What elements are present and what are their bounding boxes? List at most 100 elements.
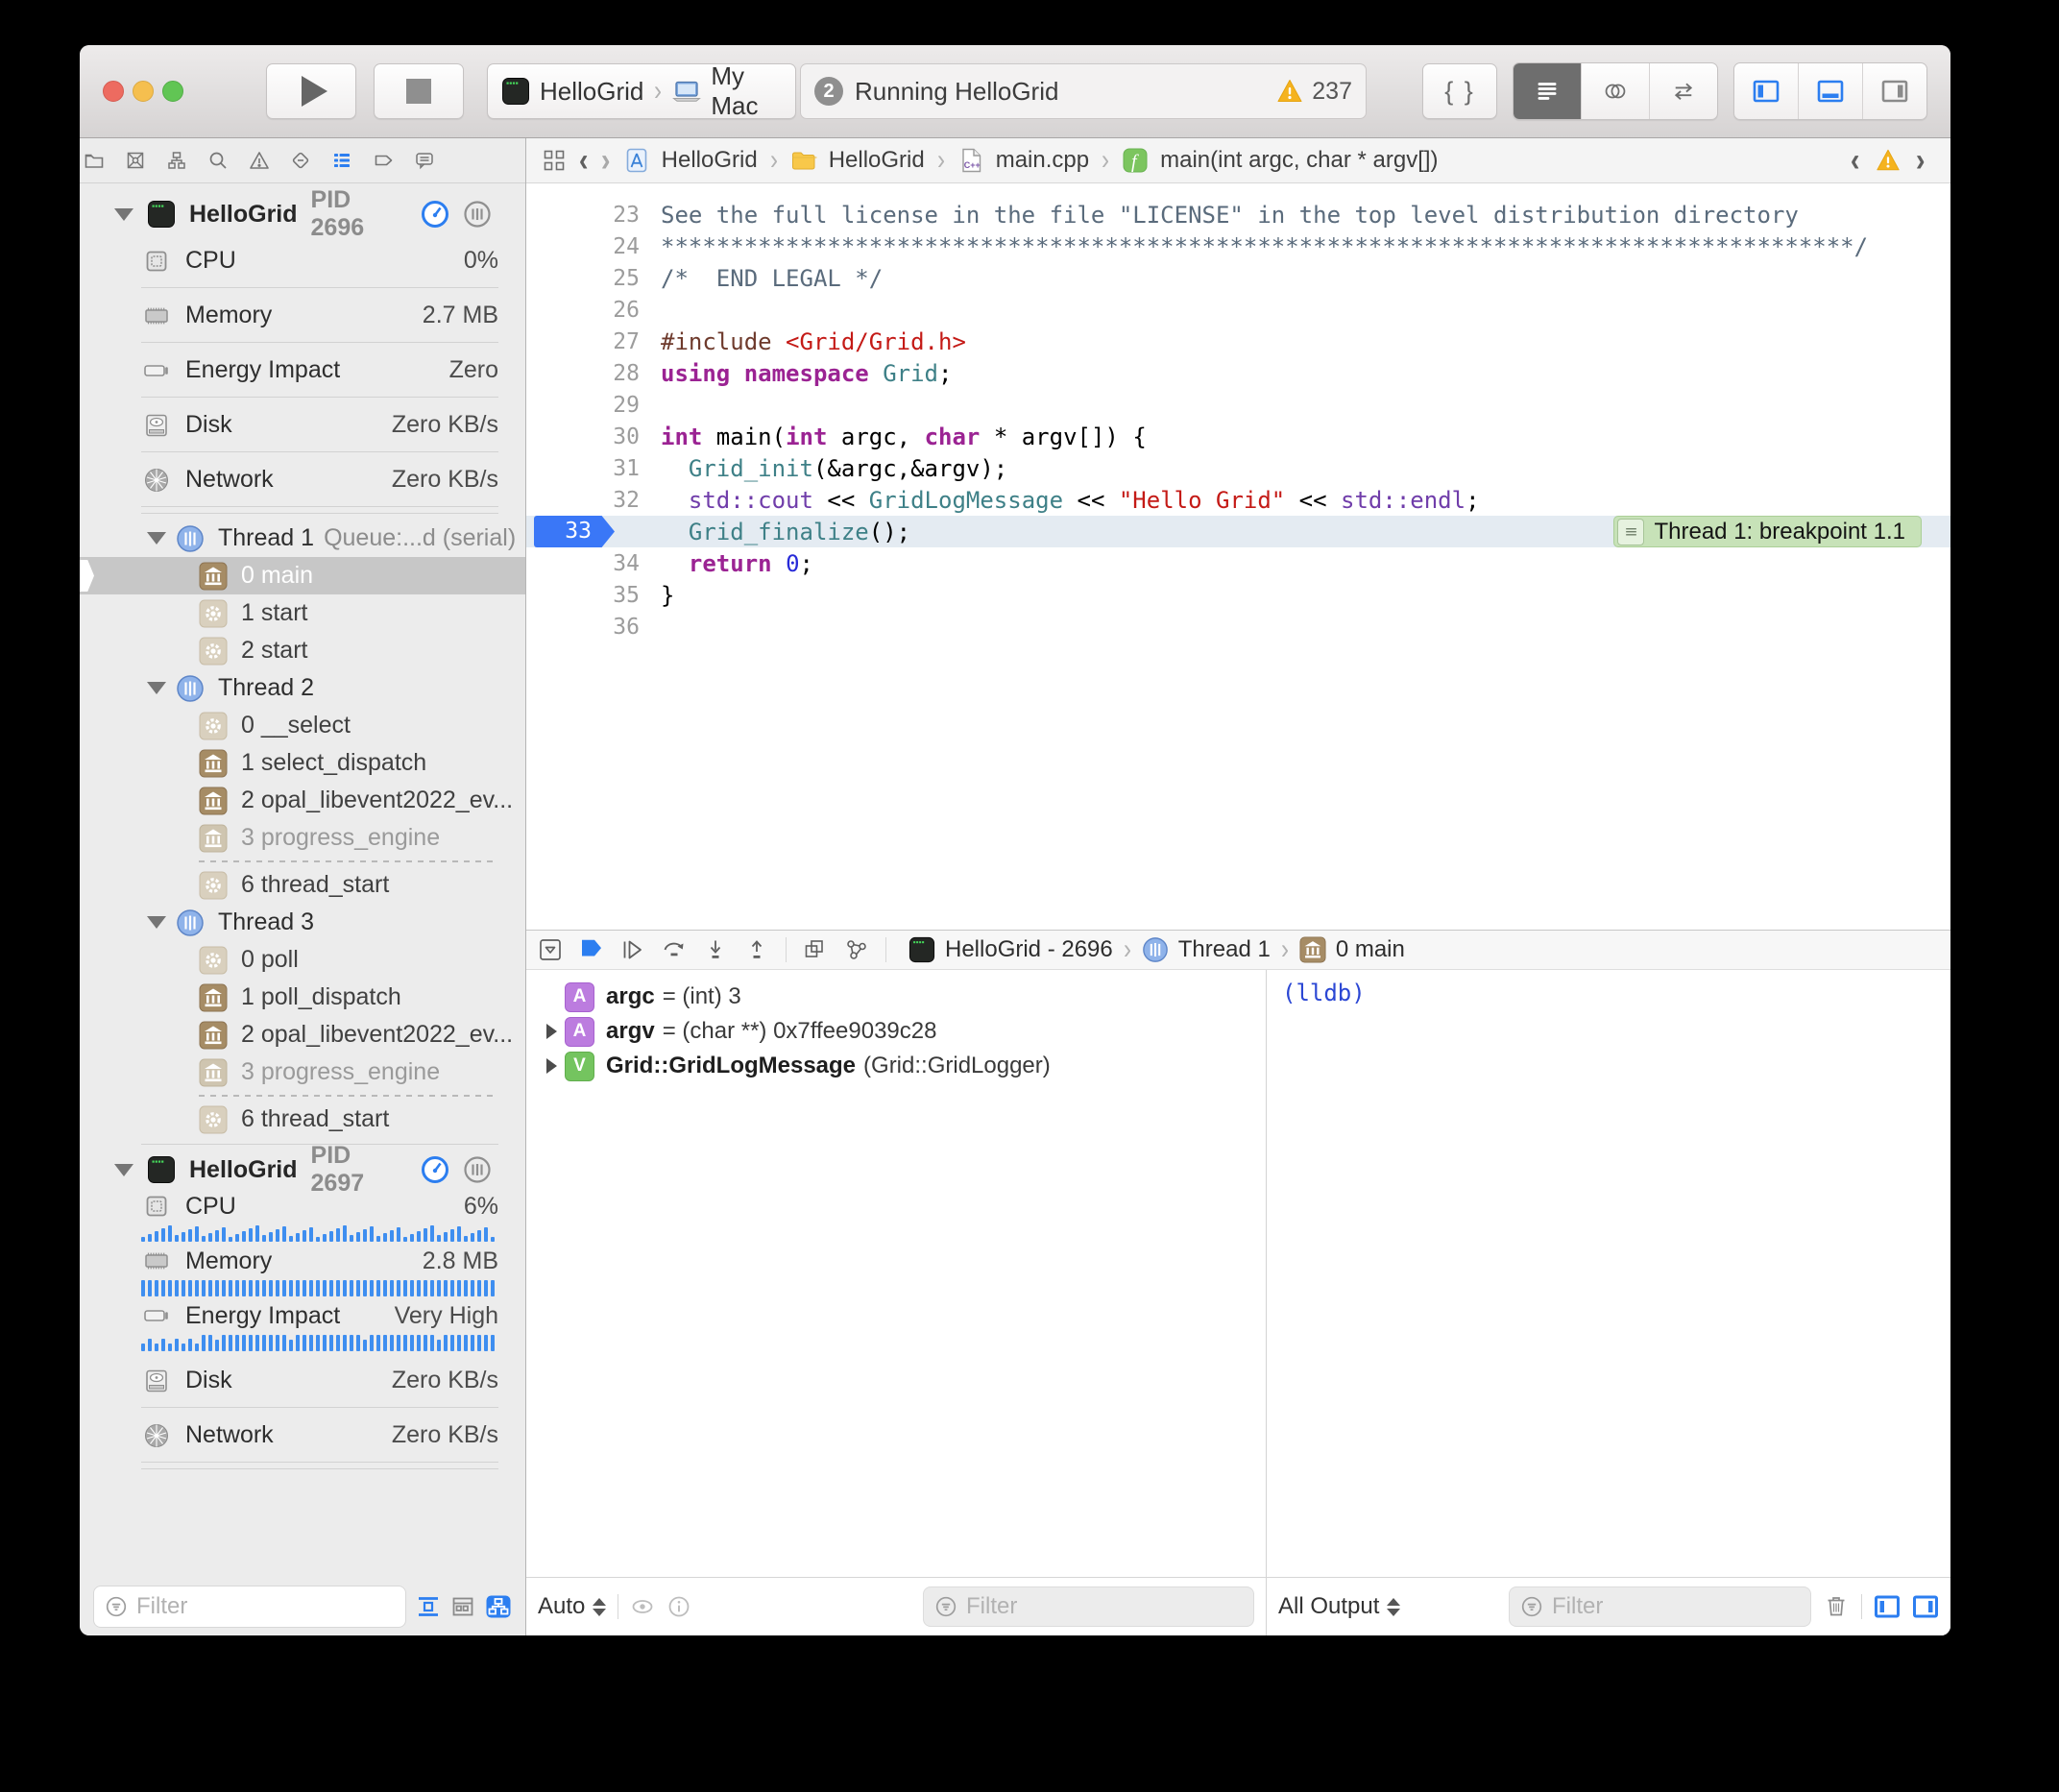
gauge-row-disk[interactable]: DiskZero KB/s — [80, 1353, 525, 1408]
code-line[interactable]: 34 return 0; — [526, 547, 1950, 579]
line-number[interactable]: 34 — [526, 551, 661, 576]
find-navigator-icon[interactable] — [207, 150, 229, 171]
location-process[interactable]: HelloGrid - 2696 — [945, 936, 1113, 963]
code-line[interactable]: 29 — [526, 389, 1950, 421]
location-thread[interactable]: Thread 1 — [1178, 936, 1271, 963]
code-line[interactable]: 26 — [526, 294, 1950, 326]
previous-issue-button[interactable]: ‹ — [1851, 144, 1860, 177]
forward-button[interactable]: › — [601, 144, 611, 177]
code-line[interactable]: 27#include <Grid/Grid.h> — [526, 326, 1950, 357]
breakpoint-navigator-icon[interactable] — [373, 150, 394, 171]
line-number[interactable]: 23 — [526, 203, 661, 228]
breadcrumb-group[interactable]: HelloGrid — [829, 147, 925, 174]
code-line[interactable]: 35} — [526, 579, 1950, 611]
assistant-editor-button[interactable] — [1581, 63, 1649, 119]
stack-frame-row[interactable]: 1 start — [80, 594, 525, 632]
code-line[interactable]: 24**************************************… — [526, 230, 1950, 262]
show-variables-toggle[interactable] — [1874, 1593, 1901, 1620]
gauge-row-energy-impact[interactable]: Energy ImpactVery High — [80, 1298, 525, 1353]
next-issue-button[interactable]: › — [1916, 144, 1926, 177]
line-number-breakpoint[interactable]: 33 — [534, 516, 615, 547]
line-number[interactable]: 28 — [526, 361, 661, 386]
navigator-filter-field[interactable]: Filter — [93, 1586, 406, 1628]
code-line[interactable]: 31 Grid_init(&argc,&argv); — [526, 452, 1950, 484]
toggle-navigator-button[interactable] — [1734, 63, 1798, 119]
warning-icon[interactable] — [1875, 147, 1902, 174]
scheme-selector[interactable]: HelloGrid › My Mac — [487, 63, 796, 119]
line-number[interactable]: 30 — [526, 424, 661, 449]
activity-viewer[interactable]: 2 Running HelloGrid 237 — [800, 63, 1367, 119]
code-line[interactable]: 36 — [526, 611, 1950, 642]
gauge-row-energy-impact[interactable]: Energy ImpactZero — [80, 343, 525, 398]
gauge-row-cpu[interactable]: CPU6% — [80, 1189, 525, 1244]
disclosure-triangle-icon[interactable] — [147, 682, 166, 694]
report-navigator-icon[interactable] — [414, 150, 435, 171]
process-row[interactable]: HelloGridPID 2696 — [80, 195, 525, 233]
stack-frame-row[interactable]: 3 progress_engine — [80, 819, 525, 857]
gauge-row-network[interactable]: NetworkZero KB/s — [80, 1408, 525, 1463]
code-area[interactable]: 23See the full license in the file "LICE… — [526, 183, 1950, 930]
console-output[interactable]: (lldb) — [1267, 970, 1950, 1577]
line-number[interactable]: 35 — [526, 583, 661, 608]
stack-frame-row[interactable]: 6 thread_start — [80, 1101, 525, 1138]
stack-frame-row[interactable]: 1 select_dispatch — [80, 744, 525, 782]
gauge-row-memory[interactable]: Memory2.8 MB — [80, 1244, 525, 1298]
line-number[interactable]: 31 — [526, 456, 661, 481]
code-line[interactable]: 30int main(int argc, char * argv[]) { — [526, 421, 1950, 452]
standard-editor-button[interactable] — [1514, 63, 1581, 119]
line-number[interactable]: 29 — [526, 393, 661, 418]
process-hierarchy-toggle-icon[interactable] — [485, 1593, 512, 1620]
quick-look-icon[interactable] — [630, 1594, 655, 1619]
view-frame-toggle-icon[interactable] — [450, 1594, 475, 1619]
breadcrumb-symbol[interactable]: main(int argc, char * argv[]) — [1160, 147, 1438, 174]
info-icon[interactable] — [666, 1594, 691, 1619]
disclosure-triangle-icon[interactable] — [114, 1164, 133, 1176]
line-number[interactable]: 26 — [526, 298, 661, 323]
disclosure-triangle-icon[interactable] — [114, 208, 133, 221]
hide-debug-area-button[interactable] — [538, 937, 563, 962]
zoom-window-button[interactable] — [162, 81, 183, 102]
gauge-row-disk[interactable]: DiskZero KB/s — [80, 398, 525, 452]
version-editor-button[interactable] — [1649, 63, 1717, 119]
thread-row[interactable]: Thread 3 — [80, 904, 525, 941]
line-number[interactable]: 27 — [526, 329, 661, 354]
thread-row[interactable]: Thread 1Queue:...d (serial) — [80, 520, 525, 557]
toggle-debug-area-button[interactable] — [1798, 63, 1862, 119]
location-frame[interactable]: 0 main — [1336, 936, 1405, 963]
breadcrumb-file[interactable]: main.cpp — [996, 147, 1089, 174]
breadcrumb-project[interactable]: HelloGrid — [662, 147, 758, 174]
continue-button[interactable] — [620, 937, 645, 962]
debug-navigator-icon[interactable] — [331, 150, 352, 171]
minimize-window-button[interactable] — [133, 81, 154, 102]
gauge-row-cpu[interactable]: CPU0% — [80, 233, 525, 288]
console-scope-selector[interactable]: All Output — [1278, 1593, 1400, 1620]
step-over-button[interactable] — [662, 937, 687, 962]
code-line[interactable]: 28using namespace Grid; — [526, 357, 1950, 389]
stack-frame-row[interactable]: 3 progress_engine — [80, 1053, 525, 1091]
code-line[interactable]: 33 Grid_finalize();≡Thread 1: breakpoint… — [526, 516, 1950, 547]
stack-frame-row[interactable]: 1 poll_dispatch — [80, 979, 525, 1016]
variable-row[interactable]: Aargv= (char **) 0x7ffee9039c28 — [526, 1014, 1266, 1049]
symbol-navigator-icon[interactable] — [166, 150, 187, 171]
code-line[interactable]: 32 std::cout << GridLogMessage << "Hello… — [526, 484, 1950, 516]
line-number[interactable]: 25 — [526, 266, 661, 291]
code-snippets-button[interactable]: { } — [1422, 63, 1497, 119]
disclosure-triangle-icon[interactable] — [147, 916, 166, 929]
stack-frame-row[interactable]: 0 __select — [80, 707, 525, 744]
disclosure-triangle-icon[interactable] — [538, 1024, 565, 1039]
toggle-inspector-button[interactable] — [1862, 63, 1926, 119]
code-line[interactable]: 23See the full license in the file "LICE… — [526, 199, 1950, 230]
breakpoints-toggle-button[interactable] — [579, 937, 604, 962]
step-out-button[interactable] — [744, 937, 769, 962]
flat-view-toggle-icon[interactable] — [416, 1594, 441, 1619]
memory-graph-button[interactable] — [844, 937, 869, 962]
project-navigator-icon[interactable] — [84, 150, 105, 171]
step-into-button[interactable] — [703, 937, 728, 962]
show-console-toggle[interactable] — [1912, 1593, 1939, 1620]
run-button[interactable] — [266, 63, 356, 119]
code-line[interactable]: 25/* END LEGAL */ — [526, 262, 1950, 294]
close-window-button[interactable] — [103, 81, 124, 102]
thread-row[interactable]: Thread 2 — [80, 669, 525, 707]
stack-frame-row[interactable]: 2 opal_libevent2022_ev... — [80, 782, 525, 819]
related-items-icon[interactable] — [542, 148, 567, 173]
